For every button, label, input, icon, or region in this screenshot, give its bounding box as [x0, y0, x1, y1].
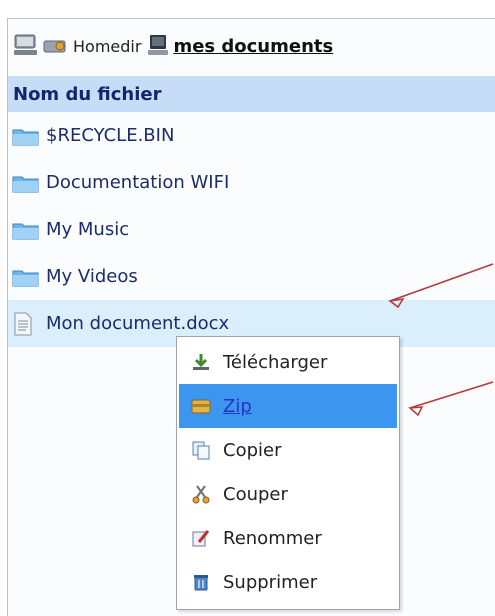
menu-item-download[interactable]: Télécharger	[179, 340, 397, 384]
folder-icon	[12, 126, 44, 146]
document-icon	[12, 312, 44, 336]
menu-item-cut[interactable]: Couper	[179, 472, 397, 516]
menu-item-label: Copier	[223, 439, 282, 461]
context-menu: Télécharger Zip Copier Couper Renommer S…	[176, 336, 400, 610]
breadcrumb-home[interactable]: Homedir	[73, 37, 141, 56]
copy-icon	[189, 440, 213, 460]
menu-item-label: Couper	[223, 483, 288, 505]
menu-item-delete[interactable]: Supprimer	[179, 560, 397, 604]
file-name: Documentation WIFI	[46, 172, 230, 193]
menu-item-zip[interactable]: Zip	[179, 384, 397, 428]
file-list: $RECYCLE.BIN Documentation WIFI My Music…	[8, 112, 495, 347]
delete-icon	[189, 572, 213, 592]
menu-item-copy[interactable]: Copier	[179, 428, 397, 472]
download-icon	[189, 352, 213, 372]
list-item[interactable]: My Music	[8, 206, 495, 253]
drive-icon	[147, 34, 169, 60]
cut-icon	[189, 484, 213, 504]
rename-icon	[189, 528, 213, 548]
list-item[interactable]: $RECYCLE.BIN	[8, 112, 495, 159]
file-name: Mon document.docx	[46, 313, 230, 334]
menu-item-label: Télécharger	[223, 351, 328, 373]
home-drive-icon[interactable]	[43, 35, 69, 59]
list-item[interactable]: Documentation WIFI	[8, 159, 495, 206]
computer-icon[interactable]	[13, 34, 39, 60]
column-header-filename[interactable]: Nom du fichier	[8, 76, 495, 112]
list-item[interactable]: My Videos	[8, 253, 495, 300]
zip-icon	[189, 396, 213, 416]
menu-item-label: Supprimer	[223, 571, 318, 593]
folder-icon	[12, 267, 44, 287]
folder-icon	[12, 173, 44, 193]
menu-item-label: Zip	[223, 395, 252, 417]
folder-icon	[12, 220, 44, 240]
file-name: My Videos	[46, 266, 138, 287]
menu-item-rename[interactable]: Renommer	[179, 516, 397, 560]
file-name: My Music	[46, 219, 130, 240]
breadcrumb-current[interactable]: mes documents	[173, 36, 333, 57]
breadcrumb: Homedir mes documents	[8, 19, 495, 74]
file-name: $RECYCLE.BIN	[46, 125, 175, 146]
menu-item-label: Renommer	[223, 527, 322, 549]
